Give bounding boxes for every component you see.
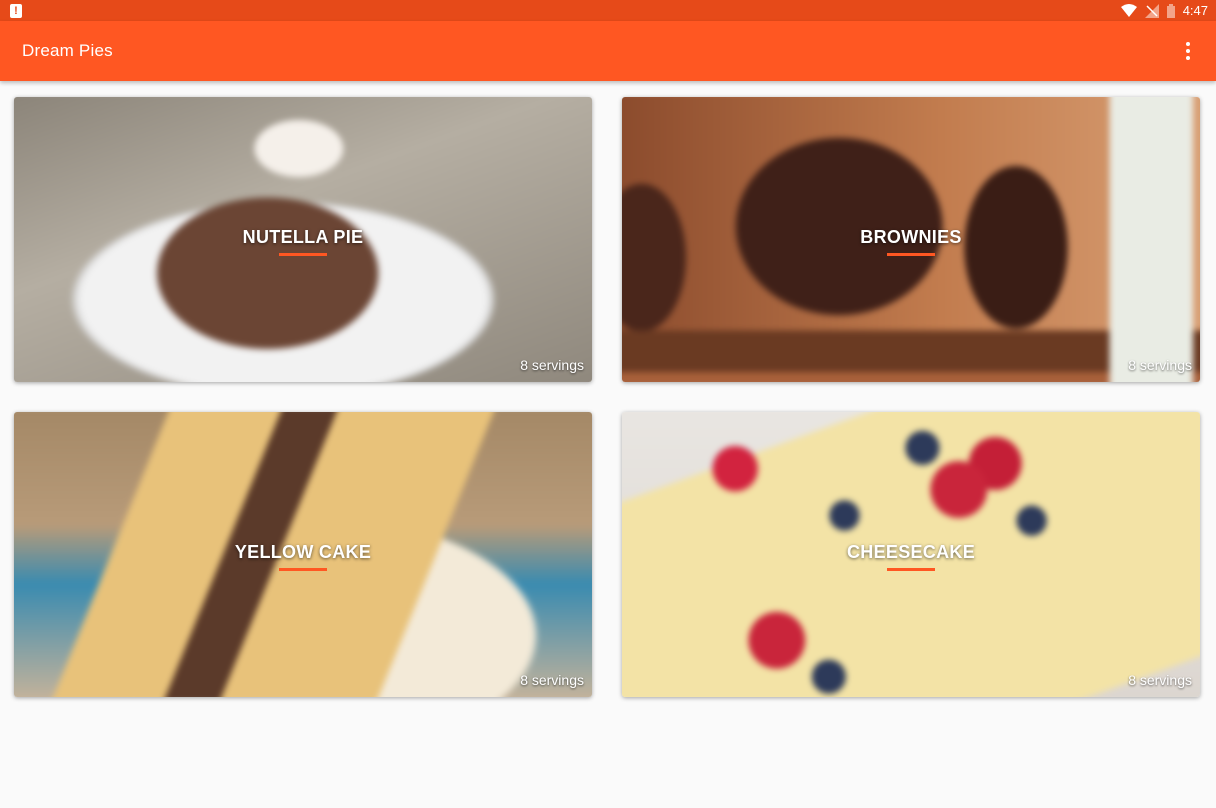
recipe-servings: 8 servings [1128,672,1192,688]
recipe-servings: 8 servings [520,357,584,373]
title-underline [279,568,327,571]
app-title: Dream Pies [22,41,113,60]
recipe-servings: 8 servings [1128,357,1192,373]
no-signal-icon [1144,3,1159,18]
recipe-card-cheesecake[interactable]: CHEESECAKE 8 servings [622,412,1200,697]
more-vert-icon[interactable] [1176,39,1200,63]
recipe-card-brownies[interactable]: BROWNIES 8 servings [622,97,1200,382]
status-clock: 4:47 [1182,3,1208,18]
recipe-card-nutella-pie[interactable]: NUTELLA PIE 8 servings [14,97,592,382]
recipe-title: BROWNIES [860,227,962,247]
recipe-title: YELLOW CAKE [234,542,372,562]
title-underline [887,568,935,571]
recipe-servings: 8 servings [520,672,584,688]
wifi-icon [1120,4,1137,17]
status-bar: ! 4:47 [0,0,1216,21]
title-underline [887,253,935,256]
battery-icon [1166,3,1175,18]
title-underline [279,253,327,256]
alert-icon: ! [10,3,22,18]
app-bar: Dream Pies [0,21,1216,81]
recipe-card-yellow-cake[interactable]: YELLOW CAKE 8 servings [14,412,592,697]
recipe-title: CHEESECAKE [846,542,976,562]
recipe-title: NUTELLA PIE [242,227,364,247]
